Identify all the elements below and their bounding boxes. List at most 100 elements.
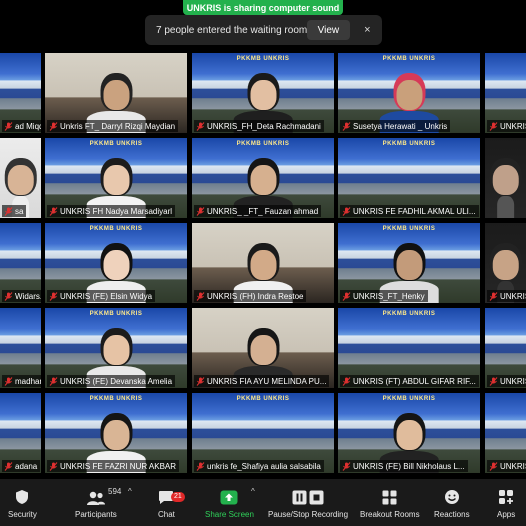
share-screen-label: Share Screen: [205, 510, 254, 519]
participant-face: [250, 165, 276, 195]
participant-name: UNKRIS_ _FT_ Fauzan ahmad: [207, 206, 319, 216]
security-button[interactable]: Security: [8, 483, 37, 519]
participant-name: UNKRIS_: [500, 461, 526, 471]
event-banner-title: PKKMB UNKRIS: [236, 141, 290, 147]
participant-name: adana: [15, 461, 38, 471]
participant-name: Widars...: [15, 291, 41, 301]
participant-video-tile[interactable]: UNKRIS FIA AYU MELINDA PU...: [192, 308, 334, 388]
mic-muted-icon: [342, 376, 351, 386]
participant-name-tag: UNKRIS_FT_Henky: [340, 290, 428, 302]
close-notification-icon[interactable]: ×: [362, 24, 373, 36]
participant-name: Unkris FT_ Darryl Rizqi Maydian: [60, 121, 176, 131]
participant-name: Susetya Herawati _ Unkris: [353, 121, 448, 131]
participant-video-tile[interactable]: sa: [0, 138, 41, 218]
participant-video-tile[interactable]: PKKMB UNKRIS UNKRIS (FE) Bill Nikholaus L…: [338, 393, 480, 473]
participant-face: [103, 420, 129, 450]
participants-label: Participants: [75, 510, 117, 519]
participant-name-tag: UNKRIS (FE) Bill Nikholaus L...: [340, 460, 468, 472]
participant-video-tile[interactable]: PKKMB UNKRIS UNKRIS FE FAZRI NUR AKBAR: [45, 393, 187, 473]
mic-muted-icon: [49, 461, 58, 471]
participant-video-tile[interactable]: UNKRIS_: [485, 53, 526, 133]
participant-video-tile[interactable]: PKKMB UNKRIS UNKRIS (FE) Devanska Amelia: [45, 308, 187, 388]
participant-face: [103, 335, 129, 365]
participant-face: [103, 250, 129, 280]
participant-name-tag: UNKRIS (FT) ABDUL GIFAR RIF...: [340, 375, 479, 387]
mic-muted-icon: [49, 376, 58, 386]
participant-name: UNKRIS_: [500, 291, 526, 301]
participants-caret-icon[interactable]: ^: [128, 487, 132, 496]
pause-stop-icon: [292, 490, 324, 505]
participant-name: UNKRIS FH Nadya Marsadiyarl: [60, 206, 173, 216]
participant-name-tag: UNKRIS_ _FT_ Fauzan ahmad: [194, 205, 322, 217]
reactions-button[interactable]: Reactions: [434, 483, 470, 519]
apps-button[interactable]: Apps: [497, 483, 515, 519]
share-screen-button[interactable]: Share Screen: [205, 483, 254, 519]
participant-face: [250, 335, 276, 365]
breakout-rooms-button[interactable]: Breakout Rooms: [360, 483, 420, 519]
participant-video-tile[interactable]: UNKRIS_: [485, 393, 526, 473]
participant-name: UNKRIS (FT) ABDUL GIFAR RIF...: [353, 376, 476, 386]
participant-name-tag: UNKRIS_: [487, 290, 526, 302]
mic-muted-icon: [4, 461, 13, 471]
participant-video-tile[interactable]: UNKRIS_: [485, 223, 526, 303]
participant-video-tile[interactable]: PKKMB UNKRIS UNKRIS_FH_Deta Rachmadani: [192, 53, 334, 133]
participant-name-tag: unkris fe_Shafiya aulia salsabila: [194, 460, 324, 472]
participant-video-tile[interactable]: PKKMB UNKRIS unkris fe_Shafiya aulia sals…: [192, 393, 334, 473]
waiting-room-notification: 7 people entered the waiting room View ×: [145, 15, 382, 45]
participant-video-tile[interactable]: PKKMB UNKRIS UNKRIS FE FADHIL AKMAL ULI..…: [338, 138, 480, 218]
participant-video-tile[interactable]: PKKMB UNKRIS UNKRIS_ _FT_ Fauzan ahmad: [192, 138, 334, 218]
participants-count: 594: [108, 487, 122, 496]
participant-name-tag: UNKRIS FE FAZRI NUR AKBAR: [47, 460, 180, 472]
pause-stop-recording-button[interactable]: Pause/Stop Recording: [268, 483, 348, 519]
reactions-label: Reactions: [434, 510, 470, 519]
participant-silhouette: [489, 156, 522, 218]
participant-name: UNKRIS_: [500, 376, 526, 386]
apps-icon: [499, 490, 514, 504]
participant-video-tile[interactable]: madhan: [0, 308, 41, 388]
participant-video-tile[interactable]: ad Miqd...: [0, 53, 41, 133]
participant-name-tag: UNKRIS (FE) Elsin Widya: [47, 290, 156, 302]
participant-name-tag: UNKRIS_: [487, 120, 526, 132]
participant-name: UNKRIS_FH_Deta Rachmadani: [207, 121, 321, 131]
pause-stop-recording-label: Pause/Stop Recording: [268, 510, 349, 519]
participant-video-tile[interactable]: PKKMB UNKRIS UNKRIS (FT) ABDUL GIFAR RIF.…: [338, 308, 480, 388]
event-banner-title: PKKMB UNKRIS: [89, 141, 143, 147]
participant-torso: [496, 196, 515, 218]
participant-video-tile[interactable]: PKKMB UNKRIS UNKRIS (FE) Elsin Widya: [45, 223, 187, 303]
breakout-rooms-icon: [382, 490, 397, 505]
mic-muted-icon: [489, 121, 498, 131]
participant-name-tag: UNKRIS FIA AYU MELINDA PU...: [194, 375, 330, 387]
participant-face: [492, 250, 519, 280]
participant-video-tile[interactable]: [485, 138, 526, 218]
participant-video-tile[interactable]: Widars...: [0, 223, 41, 303]
event-banner-title: PKKMB UNKRIS: [382, 311, 436, 317]
participant-video-tile[interactable]: PKKMB UNKRIS UNKRIS_FT_Henky: [338, 223, 480, 303]
mic-muted-icon: [4, 121, 13, 131]
participant-face: [396, 420, 422, 450]
event-banner-title: PKKMB UNKRIS: [236, 396, 290, 402]
participant-name-tag: Widars...: [2, 290, 41, 302]
chat-unread-badge: 21: [171, 492, 185, 502]
mic-muted-icon: [49, 206, 58, 216]
event-banner-title: PKKMB UNKRIS: [382, 226, 436, 232]
participant-video-tile[interactable]: UNKRIS (FH) Indra Restoe: [192, 223, 334, 303]
mic-muted-icon: [4, 376, 13, 386]
event-banner-title: PKKMB UNKRIS: [89, 311, 143, 317]
waiting-room-message: 7 people entered the waiting room: [156, 24, 308, 36]
participant-video-tile[interactable]: adana: [0, 393, 41, 473]
participant-name: UNKRIS (FH) Indra Restoe: [207, 291, 304, 301]
participant-name: UNKRIS FIA AYU MELINDA PU...: [207, 376, 327, 386]
participant-video-tile[interactable]: PKKMB UNKRIS UNKRIS FH Nadya Marsadiyarl: [45, 138, 187, 218]
participant-video-tile[interactable]: PKKMB UNKRIS Susetya Herawati _ Unkris: [338, 53, 480, 133]
participant-name-tag: ad Miqd...: [2, 120, 41, 132]
mic-muted-icon: [342, 121, 351, 131]
participant-video-tile[interactable]: UNKRIS_: [485, 308, 526, 388]
view-waiting-room-button[interactable]: View: [307, 20, 350, 40]
meeting-toolbar: Security Participants 594 ^ Chat 21 Shar…: [0, 479, 526, 526]
participant-face: [7, 165, 34, 195]
smiley-icon: [444, 490, 459, 504]
mic-muted-icon: [196, 461, 205, 471]
participant-name: sa: [15, 206, 24, 216]
share-screen-caret-icon[interactable]: ^: [251, 487, 255, 496]
participant-video-tile[interactable]: Unkris FT_ Darryl Rizqi Maydian: [45, 53, 187, 133]
